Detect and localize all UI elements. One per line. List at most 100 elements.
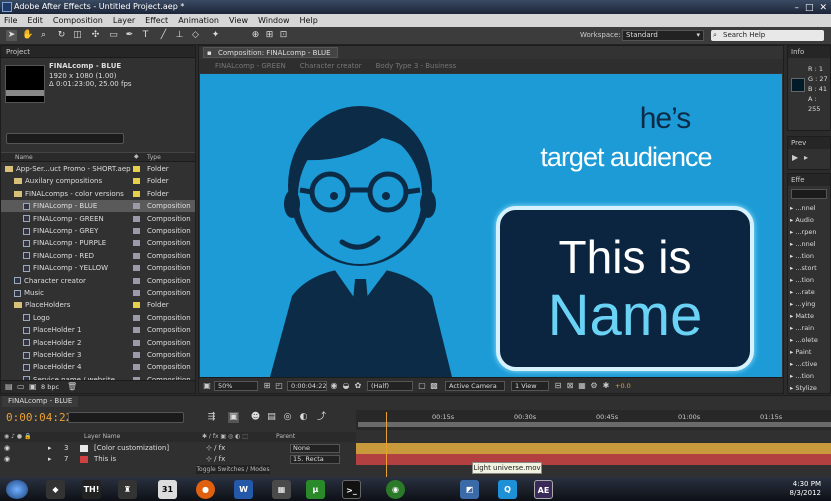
bpc-button[interactable]: 8 bpc (41, 383, 59, 391)
effect-category[interactable]: ▸ Audio (788, 214, 830, 226)
label-color-swatch[interactable] (133, 178, 140, 185)
effect-category[interactable]: ▸ ...olete (788, 334, 830, 346)
project-item[interactable]: Logo Composition (1, 312, 195, 324)
fast-preview-icon[interactable]: ⊠ (565, 381, 575, 391)
eraser-tool-icon[interactable]: ◇ (190, 30, 201, 41)
hand-tool-icon[interactable]: ✋ (22, 30, 33, 41)
effect-category[interactable]: ▸ Matte (788, 310, 830, 322)
explorer-icon[interactable]: ▦ (272, 480, 291, 499)
app-icon-thq[interactable]: TH! (82, 480, 101, 499)
motion-blur-icon[interactable]: ◎ (282, 412, 293, 423)
flowchart-icon[interactable]: ⚙ (589, 381, 599, 391)
current-time-field[interactable]: 0:00:04:22 (287, 381, 327, 391)
layer-switches[interactable]: ⊹ ∕ fx (206, 443, 225, 454)
minimize-icon[interactable]: – (794, 1, 799, 15)
expand-icon[interactable]: ▸ (48, 443, 52, 454)
menu-file[interactable]: File (4, 14, 17, 27)
menu-composition[interactable]: Composition (53, 14, 103, 27)
effect-category[interactable]: ▸ ...rpen (788, 226, 830, 238)
column-layer-name[interactable]: Layer Name (84, 432, 120, 442)
effect-category[interactable]: ▸ ...rain (788, 322, 830, 334)
label-color-swatch[interactable] (133, 302, 140, 309)
label-color-swatch[interactable] (133, 228, 140, 234)
effect-category[interactable]: ▸ Paint (788, 346, 830, 358)
interpret-footage-icon[interactable]: ▤ (5, 382, 13, 391)
mask-icon[interactable]: ◰ (274, 381, 284, 391)
layer-bar[interactable] (356, 454, 831, 465)
label-color-swatch[interactable] (133, 364, 140, 371)
trash-icon[interactable]: 🗑 (67, 382, 77, 391)
cmd-icon[interactable]: >_ (342, 480, 361, 499)
world-axis-icon[interactable]: ⊞ (264, 30, 275, 41)
layer-row[interactable]: ◉ ▸ 7 This is ⊹ ∕ fx 15. Recta (0, 454, 356, 465)
project-tab[interactable]: Project (1, 46, 195, 58)
transparency-grid-icon[interactable]: ▩ (429, 381, 439, 391)
composition-viewer[interactable]: he’s target audience This is Name (200, 74, 782, 377)
exposure-icon[interactable]: ✱ (601, 381, 611, 391)
frame-blending-icon[interactable]: ▤ (266, 412, 277, 423)
utorrent-icon[interactable]: μ (306, 480, 325, 499)
rotation-tool-icon[interactable]: ↻ (56, 30, 67, 41)
expand-icon[interactable]: ▸ (48, 454, 52, 465)
label-color-swatch[interactable] (133, 290, 140, 296)
project-search-input[interactable] (6, 133, 124, 144)
project-item[interactable]: PlaceHolder 1 Composition (1, 324, 195, 336)
type-tool-icon[interactable]: T (140, 30, 151, 41)
timeline-timecode[interactable]: 0:00:04:22 (6, 411, 72, 424)
effect-category[interactable]: ▸ ...tion (788, 370, 830, 382)
word-icon[interactable]: W (234, 480, 253, 499)
menu-layer[interactable]: Layer (113, 14, 135, 27)
views-select[interactable]: 1 View (511, 381, 549, 391)
label-color-swatch[interactable] (133, 190, 140, 197)
channel-icon[interactable]: ✿ (353, 381, 363, 391)
snapshot-icon[interactable]: ◉ (329, 381, 339, 391)
parent-select[interactable]: 15. Recta (290, 455, 340, 464)
menu-help[interactable]: Help (300, 14, 318, 27)
column-parent[interactable]: Parent (276, 432, 295, 442)
clone-stamp-tool-icon[interactable]: ⊥ (174, 30, 185, 41)
next-frame-icon[interactable]: ▸ (804, 153, 808, 162)
draft-3d-icon[interactable]: ▣ (228, 412, 239, 423)
label-color-swatch[interactable] (133, 240, 140, 247)
after-effects-icon[interactable]: AE (534, 480, 553, 499)
project-item[interactable]: PlaceHolder 4 Composition (1, 361, 195, 373)
app-icon-steam[interactable]: ♜ (118, 480, 137, 499)
hide-shy-layers-icon[interactable]: ☻ (250, 412, 261, 423)
label-color-swatch[interactable] (133, 314, 140, 321)
axis-mode-icon[interactable]: ⊕ (250, 30, 261, 41)
menu-window[interactable]: Window (258, 14, 290, 27)
project-item[interactable]: Character creator Composition (1, 275, 195, 287)
layer-row[interactable]: ◉ ▸ 3 [Color customization] ⊹ ∕ fx None (0, 443, 356, 454)
app-icon-game[interactable]: ◆ (46, 480, 65, 499)
system-clock[interactable]: 4:30 PM 8/3/2012 (790, 480, 821, 498)
timeline-tab[interactable]: FINALcomp - BLUE (2, 396, 79, 407)
menu-animation[interactable]: Animation (178, 14, 219, 27)
menu-effect[interactable]: Effect (145, 14, 168, 27)
effect-category[interactable]: ▸ ...rate (788, 286, 830, 298)
workspace-select[interactable]: Standard ▾ (622, 30, 704, 41)
layer-bar[interactable] (356, 443, 831, 454)
preview-tab[interactable]: Prev (788, 137, 830, 149)
composition-tab[interactable]: ▪ Composition: FINALcomp - BLUE (203, 47, 338, 58)
menu-edit[interactable]: Edit (27, 14, 43, 27)
label-color-swatch[interactable] (133, 327, 140, 334)
project-item[interactable]: FINALcomp - GREY Composition (1, 225, 195, 237)
effect-category[interactable]: ▸ ...nnel (788, 238, 830, 250)
media-icon[interactable]: ◩ (460, 480, 479, 499)
quicktime-icon[interactable]: Q (498, 480, 517, 499)
composition-mini-flowchart-icon[interactable]: ⇶ (206, 412, 217, 423)
project-item[interactable]: FINALcomp - BLUE Composition (1, 200, 195, 213)
current-time-indicator[interactable] (386, 412, 387, 478)
effects-tab[interactable]: Effe (788, 174, 830, 186)
info-tab[interactable]: Info (788, 46, 830, 58)
selection-tool-icon[interactable]: ➤ (6, 30, 17, 41)
label-color-swatch[interactable] (133, 166, 140, 172)
exposure-value[interactable]: +0.0 (615, 382, 631, 390)
new-comp-icon[interactable]: ▣ (29, 382, 37, 391)
effect-category[interactable]: ▸ ...ying (788, 298, 830, 310)
label-color-swatch[interactable] (133, 277, 140, 284)
timeline-icon[interactable]: ▦ (577, 381, 587, 391)
project-item[interactable]: PlaceHolder 2 Composition (1, 337, 195, 349)
camera-select[interactable]: Active Camera (445, 381, 505, 391)
zoom-tool-icon[interactable]: ⌕ (38, 30, 49, 41)
